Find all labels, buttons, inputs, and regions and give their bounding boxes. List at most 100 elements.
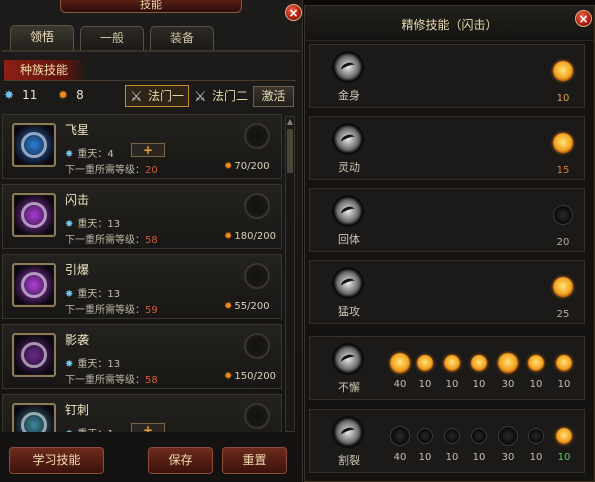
tab-divider xyxy=(2,50,300,52)
skill-row[interactable]: 飞星 ✸ 重天：4 + 下一重所需等级：20 ✹ 70/200 xyxy=(2,114,282,179)
requirement-level: 59 xyxy=(145,305,158,316)
sun-count: 8 xyxy=(76,88,84,102)
skill-layer-text: 重天：13 xyxy=(77,219,121,230)
requirement-label: 下一重所需等级： xyxy=(65,235,145,246)
add-point-button[interactable]: + xyxy=(131,423,165,432)
skill-layer: ✸ 重天：13 xyxy=(65,355,120,370)
faction-one-label: 法门一 xyxy=(148,89,185,103)
refine-node-value: 10 xyxy=(472,452,486,463)
refine-skill-icon[interactable] xyxy=(332,267,364,299)
refine-name: 不懈 xyxy=(338,381,360,394)
scroll-thumb[interactable] xyxy=(287,129,293,173)
refine-node-value: 15 xyxy=(556,165,570,176)
tab-equipment[interactable]: 装备 xyxy=(150,26,214,50)
refine-node[interactable] xyxy=(444,428,460,444)
refine-node-value: 10 xyxy=(445,379,459,390)
reset-button[interactable]: 重置 xyxy=(222,447,287,474)
faction-two-button[interactable]: ⚔ 法门二 xyxy=(189,85,253,107)
refine-node[interactable] xyxy=(390,353,410,373)
refine-scrollbar[interactable] xyxy=(587,46,593,476)
refine-name: 割裂 xyxy=(338,454,360,467)
refine-node-value: 40 xyxy=(393,379,407,390)
skill-cost-value: 55/200 xyxy=(234,301,270,312)
refine-node[interactable] xyxy=(498,426,518,446)
skill-row[interactable]: 闪击 ✸ 重天：13 下一重所需等级：58 ✹ 180/200 xyxy=(2,184,282,249)
refine-skill-icon[interactable] xyxy=(332,343,364,375)
skill-list: 飞星 ✸ 重天：4 + 下一重所需等级：20 ✹ 70/200 闪击 ✸ 重天：13 下一重所需等级… xyxy=(2,114,282,432)
scroll-up-arrow-icon[interactable]: ▲ xyxy=(286,117,294,127)
refine-node[interactable] xyxy=(471,428,487,444)
refine-node[interactable] xyxy=(390,426,410,446)
skill-name: 钉刺 xyxy=(65,403,90,417)
refine-row: 回体 20 xyxy=(309,188,585,252)
skill-name: 影袭 xyxy=(65,333,90,347)
race-skill-tab[interactable]: 种族技能 xyxy=(4,60,86,80)
close-icon[interactable]: × xyxy=(285,4,302,21)
refine-node[interactable] xyxy=(417,355,433,371)
skill-glyph-icon xyxy=(21,132,47,158)
save-button[interactable]: 保存 xyxy=(148,447,213,474)
skill-icon[interactable] xyxy=(12,333,56,377)
star-icon: ✸ xyxy=(65,149,74,160)
skill-row[interactable]: 钉刺 ✸ 重天：1 + xyxy=(2,394,282,432)
refine-header: 精修技能（闪击） xyxy=(305,6,594,41)
skill-cost: ✹ 55/200 xyxy=(224,301,270,312)
refine-skill-icon[interactable] xyxy=(332,195,364,227)
refine-name: 猛攻 xyxy=(338,305,360,318)
skill-row[interactable]: 引爆 ✸ 重天：13 下一重所需等级：59 ✹ 55/200 xyxy=(2,254,282,319)
skill-icon[interactable] xyxy=(12,123,56,167)
skill-cost-value: 70/200 xyxy=(234,161,270,172)
skill-list-scrollbar[interactable]: ▲ xyxy=(285,116,295,432)
skill-layer-text: 重天：13 xyxy=(77,359,121,370)
refine-node[interactable] xyxy=(498,353,518,373)
skill-layer: ✸ 重天：4 xyxy=(65,145,114,160)
skill-layer-text: 重天：13 xyxy=(77,289,121,300)
learn-skill-button[interactable]: 学习技能 xyxy=(9,447,104,474)
refine-node[interactable] xyxy=(553,61,573,81)
skill-name: 引爆 xyxy=(65,263,90,277)
tab-comprehend[interactable]: 领悟 xyxy=(10,25,74,51)
refine-node[interactable] xyxy=(528,355,544,371)
close-icon[interactable]: × xyxy=(575,10,592,27)
refine-node[interactable] xyxy=(417,428,433,444)
star-resource: ✸ 11 xyxy=(4,88,37,102)
refine-node[interactable] xyxy=(444,355,460,371)
refine-skill-icon[interactable] xyxy=(332,51,364,83)
refine-name: 灵动 xyxy=(338,161,360,174)
refine-skill-icon[interactable] xyxy=(332,416,364,448)
activate-button[interactable]: 激活 xyxy=(253,86,294,107)
skill-slot[interactable] xyxy=(244,333,270,359)
skill-icon[interactable] xyxy=(12,403,56,432)
refine-skill-icon[interactable] xyxy=(332,123,364,155)
refine-node[interactable] xyxy=(553,205,573,225)
requirement-level: 20 xyxy=(145,165,158,176)
skill-cost-value: 180/200 xyxy=(234,231,276,242)
refine-node[interactable] xyxy=(528,428,544,444)
skill-name: 闪击 xyxy=(65,193,90,207)
refine-row: 割裂 40 10 10 10 30 10 10 xyxy=(309,409,585,473)
skill-icon[interactable] xyxy=(12,263,56,307)
skill-icon[interactable] xyxy=(12,193,56,237)
requirement-level: 58 xyxy=(145,375,158,386)
skill-slot[interactable] xyxy=(244,123,270,149)
faction-one-button[interactable]: ⚔ 法门一 xyxy=(125,85,189,107)
refine-node[interactable] xyxy=(471,355,487,371)
skill-slot[interactable] xyxy=(244,193,270,219)
refine-node[interactable] xyxy=(553,277,573,297)
skill-slot[interactable] xyxy=(244,263,270,289)
tab-general[interactable]: 一般 xyxy=(80,26,144,50)
refine-node-value: 10 xyxy=(418,379,432,390)
add-point-button[interactable]: + xyxy=(131,143,165,157)
skill-requirement: 下一重所需等级：20 xyxy=(65,161,158,176)
skill-row[interactable]: 影袭 ✸ 重天：13 下一重所需等级：58 ✹ 150/200 xyxy=(2,324,282,389)
refine-node[interactable] xyxy=(553,133,573,153)
refine-node[interactable] xyxy=(556,428,572,444)
refine-node[interactable] xyxy=(556,355,572,371)
skill-slot[interactable] xyxy=(244,403,270,429)
star-count: 11 xyxy=(22,88,38,102)
sword-icon: ⚔ xyxy=(194,89,207,105)
faction-two-label: 法门二 xyxy=(212,89,249,103)
star-icon: ✸ xyxy=(65,429,73,432)
skill-requirement: 下一重所需等级：58 xyxy=(65,371,158,386)
skill-cost: ✹ 180/200 xyxy=(224,231,276,242)
